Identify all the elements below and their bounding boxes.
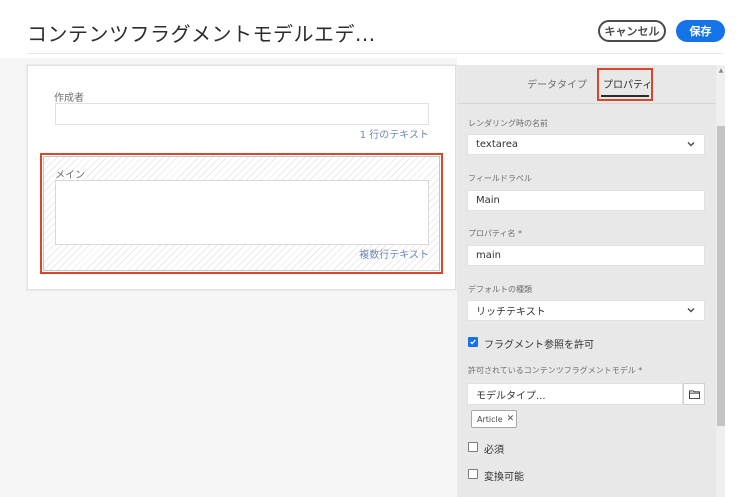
checkmark-icon [470,339,476,345]
save-button[interactable]: 保存 [676,20,725,42]
scroll-up-icon[interactable]: ▲ [717,66,725,74]
field-label-label: フィールドラベル [468,174,532,183]
author-field-input[interactable] [55,103,429,125]
cancel-button[interactable]: キャンセル [598,20,666,42]
editor-header: コンテンツフラグメントモデルエデ... キャンセル 保存 [0,0,750,58]
property-name-value: main [476,250,501,261]
main-field-textarea[interactable] [55,180,429,245]
main-field-type: 複数行テキスト [359,250,429,261]
tab-selected-indicator [601,95,649,97]
property-name-label: プロパティ名 * [468,229,523,238]
render-as-select[interactable]: textarea [467,134,705,155]
translatable-checkbox[interactable] [468,469,478,479]
render-as-label: レンダリング時の名前 [468,119,548,128]
model-tag-label: Article [477,414,503,424]
panel-scrollbar-thumb[interactable] [717,126,725,426]
author-field-type: 1 行のテキスト [359,130,429,141]
field-label-input[interactable]: Main [467,190,705,211]
properties-panel [457,65,716,497]
page-title: コンテンツフラグメントモデルエデ... [27,22,376,46]
folder-icon [688,389,700,399]
model-tag-article: Article ✕ [471,410,517,428]
tab-properties[interactable]: プロパティ [603,76,652,91]
tabs-divider [457,103,716,104]
translatable-label: 変換可能 [484,472,524,483]
author-field-label: 作成者 [54,93,84,104]
main-field-label: メイン [55,170,85,181]
allow-fragment-ref-label: フラグメント参照を許可 [484,340,594,351]
render-as-value: textarea [476,139,519,150]
browse-models-button[interactable] [683,383,705,405]
tab-data-types[interactable]: データタイプ [527,76,587,91]
default-type-value: リッチテキスト [476,307,546,318]
header-divider [27,53,723,54]
property-name-input[interactable]: main [467,245,705,266]
allowed-models-input[interactable]: モデルタイプ... [467,383,683,405]
allowed-models-placeholder: モデルタイプ... [476,390,546,402]
default-type-select[interactable]: リッチテキスト [467,300,705,321]
default-type-label: デフォルトの種類 [468,285,532,294]
chevron-down-icon [687,308,695,313]
field-label-value: Main [476,195,500,206]
required-checkbox[interactable] [468,442,478,452]
allowed-models-label: 許可されているコンテンツフラグメントモデル * [468,366,643,375]
chevron-down-icon [687,142,695,147]
remove-tag-icon[interactable]: ✕ [507,414,515,424]
allow-fragment-ref-checkbox[interactable] [468,337,478,347]
required-label: 必須 [484,445,504,456]
